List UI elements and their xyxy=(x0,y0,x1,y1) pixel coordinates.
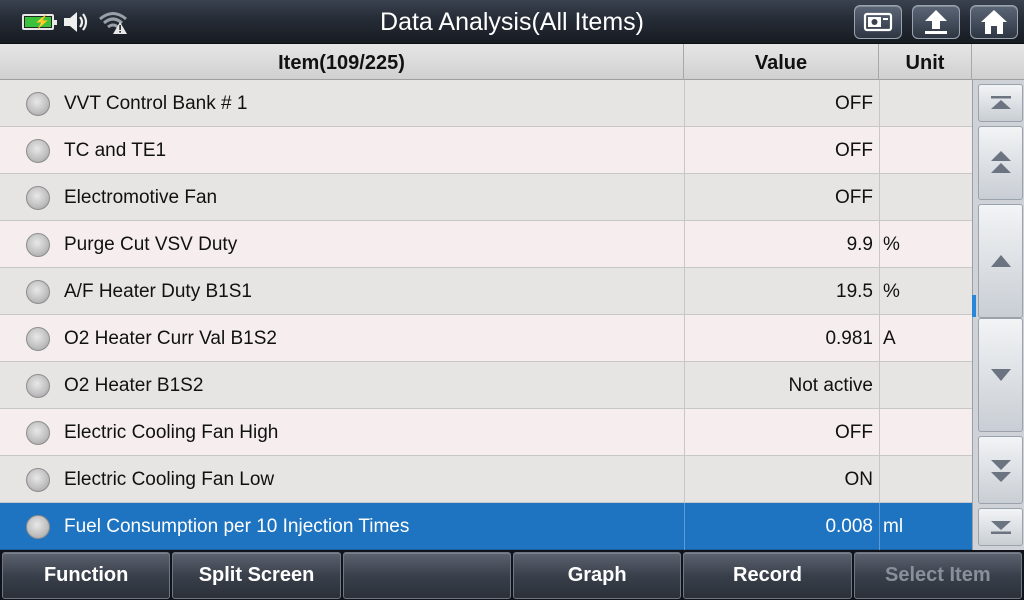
row-item-name: Fuel Consumption per 10 Injection Times xyxy=(64,516,410,537)
page-up-button[interactable] xyxy=(978,126,1023,200)
title-bar: ⚡ Data Analysis(All Items) xyxy=(0,0,1024,44)
row-value: 0.981 xyxy=(684,315,879,362)
split-screen-button[interactable]: Split Screen xyxy=(172,552,341,599)
row-item-name: VVT Control Bank # 1 xyxy=(64,93,248,114)
column-header-spacer xyxy=(972,44,1024,80)
line-down-button[interactable] xyxy=(978,318,1023,432)
scroll-top-icon xyxy=(990,96,1011,109)
table-row[interactable]: TC and TE1 OFF xyxy=(0,127,972,174)
home-icon xyxy=(981,10,1007,34)
row-value: Not active xyxy=(684,362,879,409)
row-unit xyxy=(879,456,972,503)
table-header: Item(109/225) Value Unit xyxy=(0,44,1024,80)
table-body: VVT Control Bank # 1 OFF TC and TE1 OFF … xyxy=(0,80,972,550)
table-row[interactable]: Purge Cut VSV Duty 9.9 % xyxy=(0,221,972,268)
record-button[interactable]: Record xyxy=(683,552,852,599)
row-radio[interactable] xyxy=(26,233,50,257)
row-value: OFF xyxy=(684,174,879,221)
row-unit: % xyxy=(879,268,972,315)
row-radio[interactable] xyxy=(26,421,50,445)
row-value: 19.5 xyxy=(684,268,879,315)
row-unit xyxy=(879,80,972,127)
row-unit xyxy=(879,174,972,221)
back-icon xyxy=(925,10,947,34)
row-item-name: Electric Cooling Fan Low xyxy=(64,469,275,490)
bottom-toolbar: Function Split Screen Graph Record Selec… xyxy=(0,550,1024,600)
row-value: 9.9 xyxy=(684,221,879,268)
scroll-top-button[interactable] xyxy=(978,84,1023,122)
table-row[interactable]: Electromotive Fan OFF xyxy=(0,174,972,221)
graph-button[interactable]: Graph xyxy=(512,552,682,599)
table-row[interactable]: A/F Heater Duty B1S1 19.5 % xyxy=(0,268,972,315)
table-row[interactable]: Electric Cooling Fan High OFF xyxy=(0,409,972,456)
row-value: OFF xyxy=(684,80,879,127)
home-button[interactable] xyxy=(970,5,1018,39)
column-header-item[interactable]: Item(109/225) xyxy=(0,44,684,80)
row-item-name: TC and TE1 xyxy=(64,140,167,161)
row-unit xyxy=(879,362,972,409)
row-radio[interactable] xyxy=(26,139,50,163)
row-unit: A xyxy=(879,315,972,362)
screenshot-button[interactable] xyxy=(854,5,902,39)
back-button[interactable] xyxy=(912,5,960,39)
table-row[interactable]: Fuel Consumption per 10 Injection Times … xyxy=(0,503,972,550)
row-item-name: Electromotive Fan xyxy=(64,187,218,208)
page-down-button[interactable] xyxy=(978,436,1023,504)
table-row[interactable]: Electric Cooling Fan Low ON xyxy=(0,456,972,503)
scroll-bottom-icon xyxy=(990,521,1011,534)
scroll-position-indicator xyxy=(972,295,976,318)
line-down-icon xyxy=(990,369,1011,381)
row-unit xyxy=(879,409,972,456)
table-row[interactable]: O2 Heater Curr Val B1S2 0.981 A xyxy=(0,315,972,362)
page-up-icon xyxy=(990,151,1011,173)
scroll-bottom-button[interactable] xyxy=(978,508,1023,546)
row-value: OFF xyxy=(684,127,879,174)
row-radio[interactable] xyxy=(26,374,50,398)
row-radio[interactable] xyxy=(26,280,50,304)
function-button[interactable]: Function xyxy=(2,552,171,599)
table-row[interactable]: VVT Control Bank # 1 OFF xyxy=(0,80,972,127)
column-header-value[interactable]: Value xyxy=(684,44,879,80)
row-radio[interactable] xyxy=(26,186,50,210)
row-radio[interactable] xyxy=(26,92,50,116)
column-header-unit[interactable]: Unit xyxy=(879,44,972,80)
data-table: Item(109/225) Value Unit VVT Control Ban… xyxy=(0,44,1024,550)
row-value: OFF xyxy=(684,409,879,456)
select-item-button[interactable]: Select Item xyxy=(853,552,1022,599)
row-item-name: A/F Heater Duty B1S1 xyxy=(64,281,252,302)
row-radio[interactable] xyxy=(26,468,50,492)
row-unit: % xyxy=(879,221,972,268)
screenshot-icon xyxy=(863,12,893,32)
scroll-panel xyxy=(972,80,1024,550)
row-value: 0.008 xyxy=(684,503,879,550)
row-item-name: Electric Cooling Fan High xyxy=(64,422,279,443)
row-radio[interactable] xyxy=(26,515,50,539)
row-item-name: O2 Heater B1S2 xyxy=(64,375,204,396)
line-up-button[interactable] xyxy=(978,204,1023,318)
row-unit: ml xyxy=(879,503,972,550)
row-item-name: Purge Cut VSV Duty xyxy=(64,234,238,255)
line-up-icon xyxy=(990,255,1011,267)
table-row[interactable]: O2 Heater B1S2 Not active xyxy=(0,362,972,409)
row-unit xyxy=(879,127,972,174)
page-down-icon xyxy=(990,460,1011,482)
blank-button[interactable] xyxy=(342,552,511,599)
row-item-name: O2 Heater Curr Val B1S2 xyxy=(64,328,277,349)
row-value: ON xyxy=(684,456,879,503)
row-radio[interactable] xyxy=(26,327,50,351)
